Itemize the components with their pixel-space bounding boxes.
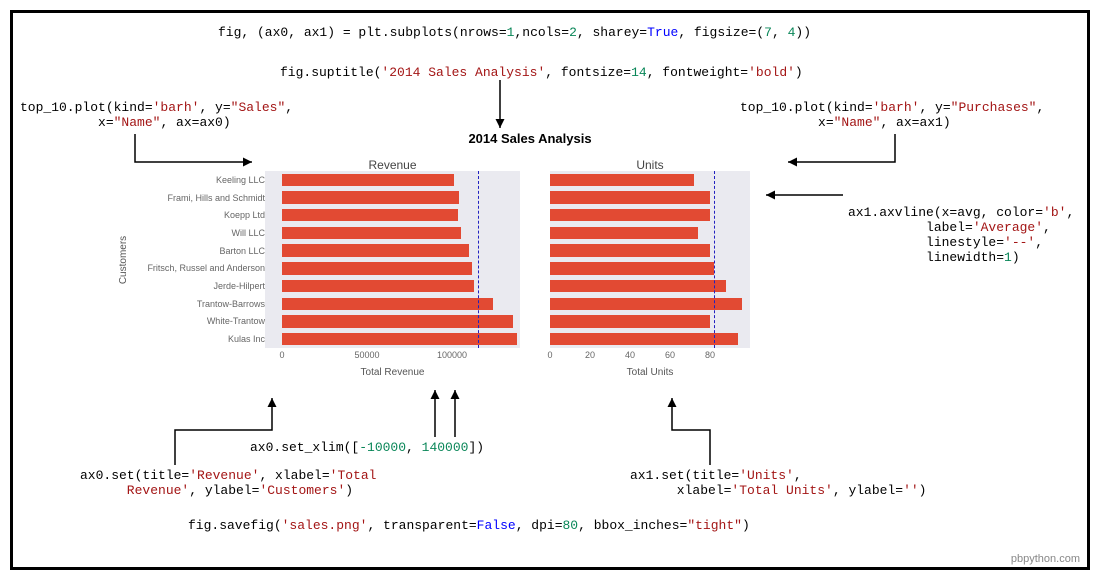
category-label: Will LLC <box>231 228 265 238</box>
x-tick: 40 <box>625 350 635 360</box>
bar-row <box>550 295 750 313</box>
bar-row <box>550 260 750 278</box>
subplot-title: Revenue <box>368 158 416 172</box>
x-tick: 20 <box>585 350 595 360</box>
average-line <box>478 171 479 348</box>
bar <box>282 333 517 345</box>
bar-row <box>265 189 520 207</box>
bar-row <box>550 330 750 348</box>
x-tick: 60 <box>665 350 675 360</box>
bar <box>550 209 710 221</box>
bar-row <box>550 171 750 189</box>
subplot-units: Units 0 20 40 60 80 Total Units <box>550 161 750 376</box>
bar-row <box>550 242 750 260</box>
arrow-axvline <box>758 180 846 210</box>
bar-row <box>265 206 520 224</box>
x-tick: 0 <box>547 350 552 360</box>
bar-row <box>550 313 750 331</box>
bar-row <box>265 224 520 242</box>
bar <box>282 262 472 274</box>
bar <box>550 227 698 239</box>
x-tick: 50000 <box>354 350 379 360</box>
code-plot-right: top_10.plot(kind='barh', y="Purchases", … <box>740 100 1044 130</box>
arrow-ax0-set <box>170 390 280 470</box>
code-savefig: fig.savefig('sales.png', transparent=Fal… <box>188 518 750 533</box>
arrow-ax1-set <box>660 390 730 470</box>
x-tick: 100000 <box>437 350 467 360</box>
category-label: Fritsch, Russel and Anderson <box>147 263 265 273</box>
code-plot-left: top_10.plot(kind='barh', y="Sales", x="N… <box>20 100 293 130</box>
subplot-revenue: Revenue 0 50000 100000 Total Revenue <box>265 161 520 376</box>
code-xlim: ax0.set_xlim([-10000, 140000]) <box>250 440 484 455</box>
category-label: Kulas Inc <box>228 334 265 344</box>
bar <box>550 280 726 292</box>
arrow-plot-right <box>780 132 900 182</box>
bar-row <box>265 242 520 260</box>
bar <box>282 191 459 203</box>
bar-row <box>265 171 520 189</box>
bar-row <box>550 224 750 242</box>
bar <box>282 244 469 256</box>
category-labels: Keeling LLCFrami, Hills and SchmidtKoepp… <box>125 171 265 348</box>
category-label: Jerde-Hilpert <box>213 281 265 291</box>
bar <box>550 333 738 345</box>
bar <box>282 315 513 327</box>
category-label: Frami, Hills and Schmidt <box>167 193 265 203</box>
category-label: White-Trantow <box>207 316 265 326</box>
watermark: pbpython.com <box>1011 553 1080 565</box>
bars-area <box>265 171 520 348</box>
bar-row <box>550 277 750 295</box>
bar <box>550 174 694 186</box>
arrow-xlim <box>400 382 470 442</box>
code-axvline: ax1.axvline(x=avg, color='b', label='Ave… <box>848 205 1074 265</box>
category-label: Barton LLC <box>219 246 265 256</box>
subplot-title: Units <box>636 158 663 172</box>
bar-row <box>550 189 750 207</box>
bar <box>550 244 710 256</box>
average-line <box>714 171 715 348</box>
bar <box>282 174 454 186</box>
chart-figure: 2014 Sales Analysis Revenue 050000100000… <box>265 146 795 386</box>
bar <box>550 191 710 203</box>
bar <box>550 315 710 327</box>
x-tick: 80 <box>705 350 715 360</box>
bar-row <box>265 277 520 295</box>
arrow-suptitle <box>485 78 515 136</box>
bar-row <box>265 313 520 331</box>
bar <box>550 262 714 274</box>
bar-row <box>265 295 520 313</box>
bar <box>282 209 458 221</box>
x-tick: 0 <box>279 350 284 360</box>
x-ticks: 0 50000 100000 <box>265 350 520 362</box>
bars-area <box>550 171 750 348</box>
bar <box>282 227 461 239</box>
x-axis-label: Total Units <box>627 367 674 378</box>
bar-row <box>550 206 750 224</box>
category-label: Koepp Ltd <box>224 210 265 220</box>
x-ticks: 0 20 40 60 80 <box>550 350 750 362</box>
bar <box>282 280 474 292</box>
arrow-plot-left <box>130 132 260 182</box>
bar-row <box>265 260 520 278</box>
code-ax1-set: ax1.set(title='Units', xlabel='Total Uni… <box>630 468 926 498</box>
x-axis-label: Total Revenue <box>361 367 425 378</box>
category-label: Trantow-Barrows <box>197 299 265 309</box>
code-suptitle: fig.suptitle('2014 Sales Analysis', font… <box>280 65 803 80</box>
bar <box>282 298 493 310</box>
code-subplots: fig, (ax0, ax1) = plt.subplots(nrows=1,n… <box>218 25 811 40</box>
code-ax0-set: ax0.set(title='Revenue', xlabel='Total R… <box>80 468 376 498</box>
bar-row <box>265 330 520 348</box>
